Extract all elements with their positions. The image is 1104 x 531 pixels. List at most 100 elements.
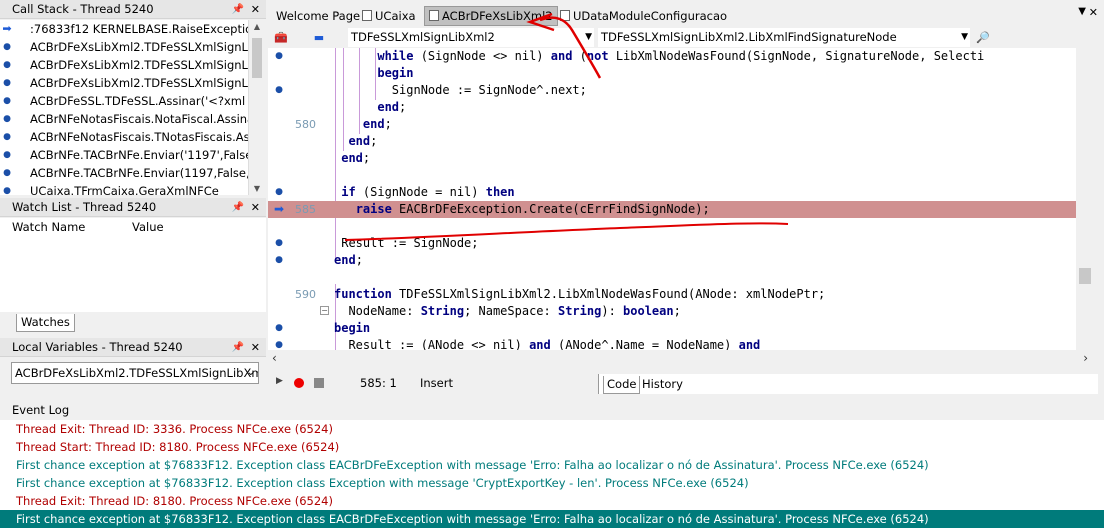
watch-name-column[interactable]: Watch Name bbox=[12, 218, 85, 236]
scroll-left-icon[interactable]: ‹ bbox=[272, 351, 277, 365]
code-line[interactable]: ● Result := (ANode <> nil) and (ANode^.N… bbox=[268, 337, 1076, 350]
frame-dot-icon: ● bbox=[3, 132, 11, 142]
tab-ucaixa[interactable]: UCaixa bbox=[358, 6, 420, 26]
tab-list-dropdown-icon[interactable]: ▼ bbox=[1078, 6, 1086, 17]
code-line[interactable]: 590 function TDFeSSLXmlSignLibXml2.LibXml… bbox=[268, 286, 1076, 303]
code-line[interactable]: end; bbox=[268, 133, 1076, 150]
event-log-title: Event Log bbox=[12, 403, 70, 417]
close-icon[interactable]: ✕ bbox=[251, 198, 260, 217]
line-number: 585 bbox=[295, 203, 316, 216]
call-stack-row[interactable]: ● ACBrNFeNotasFiscais.TNotasFiscais.Assin… bbox=[0, 128, 248, 146]
local-variables-frame-select[interactable]: ACBrDFeXsLibXml2.TDFeSSLXmlSignLibXml2 ⌄ bbox=[11, 362, 259, 384]
code-view[interactable]: ● while (SignNode <> nil) and (not LibXm… bbox=[268, 48, 1076, 350]
breakpoint-dot-icon[interactable]: ● bbox=[274, 320, 284, 337]
code-line[interactable]: 580 end; bbox=[268, 116, 1076, 133]
call-stack-scrollbar[interactable]: ▲ ▼ bbox=[248, 20, 264, 195]
close-icon[interactable]: ✕ bbox=[251, 338, 260, 357]
left-panes: Call Stack - Thread 5240 📌 ✕ ➡:76833f12 … bbox=[0, 0, 266, 398]
code-text: raise EACBrDFeException.Create(cErrFindS… bbox=[355, 202, 710, 216]
breakpoint-dot-icon[interactable]: ● bbox=[274, 337, 284, 350]
breakpoint-dot-icon[interactable]: ● bbox=[274, 184, 284, 201]
event-log-list[interactable]: Thread Exit: Thread ID: 3336. Process NF… bbox=[0, 420, 1104, 531]
code-vertical-scrollbar[interactable] bbox=[1076, 48, 1094, 350]
event-log-row[interactable]: First chance exception at $76833F12. Exc… bbox=[0, 456, 1104, 474]
breakpoint-dot-icon[interactable]: ● bbox=[274, 48, 284, 65]
class-combo[interactable]: TDFeSSLXmlSignLibXml2 ▼ bbox=[348, 28, 594, 47]
code-line[interactable]: ● begin bbox=[268, 320, 1076, 337]
pin-icon[interactable]: 📌 bbox=[232, 0, 244, 19]
code-text: Result := (ANode <> nil) and (ANode^.Nam… bbox=[334, 338, 761, 350]
code-line[interactable] bbox=[268, 269, 1076, 286]
code-editor: Welcome Page UCaixa ACBrDFeXsLibXml2 UDa… bbox=[268, 0, 1104, 398]
scroll-thumb[interactable] bbox=[252, 38, 262, 78]
scroll-right-icon[interactable]: › bbox=[1083, 351, 1088, 365]
event-log-row[interactable]: Thread Start: Thread ID: 8180. Process N… bbox=[0, 438, 1104, 456]
tab-label: ACBrDFeXsLibXml2 bbox=[442, 9, 553, 23]
call-stack-title-text: Call Stack - Thread 5240 bbox=[12, 2, 154, 16]
tab-watches[interactable]: Watches bbox=[16, 314, 75, 332]
breakpoint-dot-icon[interactable]: ● bbox=[274, 252, 284, 269]
code-text: begin bbox=[334, 321, 371, 335]
search-icon[interactable]: 🔎 bbox=[974, 29, 992, 46]
breakpoint-dot-icon[interactable]: ● bbox=[274, 82, 284, 99]
structure-icon[interactable]: 🧰 bbox=[272, 29, 290, 46]
event-log-row[interactable]: First chance exception at $76833F12. Exc… bbox=[0, 474, 1104, 492]
call-stack-row[interactable]: ● ACBrDFeXsLibXml2.TDFeSSLXmlSignLibXml2.… bbox=[0, 74, 248, 92]
code-line[interactable]: ● while (SignNode <> nil) and (not LibXm… bbox=[268, 48, 1076, 65]
call-stack-row[interactable]: ● ACBrNFeNotasFiscais.NotaFiscal.Assinar bbox=[0, 110, 248, 128]
call-stack-row-text: ACBrNFe.TACBrNFe.Enviar('1197',False,Fal… bbox=[30, 148, 248, 162]
pin-icon[interactable]: 📌 bbox=[232, 338, 244, 357]
close-tab-icon[interactable]: ✕ bbox=[1089, 6, 1098, 19]
code-line[interactable]: ● Result := SignNode; bbox=[268, 235, 1076, 252]
code-line[interactable]: ● end; bbox=[268, 252, 1076, 269]
class-combo-value: TDFeSSLXmlSignLibXml2 bbox=[351, 30, 495, 44]
frame-dot-icon: ● bbox=[3, 114, 11, 124]
execution-point-line[interactable]: ➡ 585 raise EACBrDFeException.Create(cErr… bbox=[268, 201, 1076, 218]
code-line[interactable]: end; bbox=[268, 99, 1076, 116]
call-stack-row[interactable]: ● ACBrNFe.TACBrNFe.Enviar(1197,False,Fals… bbox=[0, 164, 248, 182]
tab-acbrdfexslibxml2[interactable]: ACBrDFeXsLibXml2 bbox=[424, 6, 558, 26]
call-stack-row[interactable]: ● ACBrNFe.TACBrNFe.Enviar('1197',False,Fa… bbox=[0, 146, 248, 164]
navigate-icon[interactable]: ▬ bbox=[310, 29, 328, 46]
call-stack-row[interactable]: ● UCaixa.TFrmCaixa.GeraXmlNFCe bbox=[0, 182, 248, 195]
watch-value-column[interactable]: Value bbox=[132, 218, 164, 236]
play-macro-icon[interactable]: ▶ bbox=[276, 376, 283, 386]
code-line[interactable] bbox=[268, 218, 1076, 235]
watch-list-body[interactable]: Watch Name Value bbox=[0, 218, 266, 312]
code-horizontal-scrollbar[interactable]: ‹ › bbox=[268, 350, 1094, 368]
code-line[interactable] bbox=[268, 167, 1076, 184]
stop-macro-icon[interactable] bbox=[314, 378, 324, 388]
tab-code[interactable]: Code bbox=[603, 376, 641, 394]
tab-udatamoduleconfiguracao[interactable]: UDataModuleConfiguracao bbox=[556, 6, 731, 26]
call-stack-row[interactable]: ➡:76833f12 KERNELBASE.RaiseException + $… bbox=[0, 20, 248, 38]
call-stack-row-text: ACBrDFeXsLibXml2.TDFeSSLXmlSignLibXml2.L… bbox=[30, 40, 248, 54]
breakpoint-dot-icon[interactable]: ● bbox=[274, 235, 284, 252]
call-stack-row[interactable]: ● ACBrDFeSSL.TDFeSSL.Assinar('<?xml versi… bbox=[0, 92, 248, 110]
close-icon[interactable]: ✕ bbox=[251, 0, 260, 19]
tab-history[interactable]: History bbox=[639, 376, 686, 394]
record-macro-icon[interactable] bbox=[294, 378, 304, 388]
code-line[interactable]: begin bbox=[268, 65, 1076, 82]
call-stack-row-text: ACBrDFeXsLibXml2.TDFeSSLXmlSignLibXml2.A… bbox=[30, 58, 248, 72]
code-line[interactable]: ● SignNode := SignNode^.next; bbox=[268, 82, 1076, 99]
event-log-row[interactable]: Thread Exit: Thread ID: 8180. Process NF… bbox=[0, 492, 1104, 510]
code-line[interactable]: end; bbox=[268, 150, 1076, 167]
fold-toggle-icon[interactable]: − bbox=[320, 306, 329, 315]
event-log-row[interactable]: First chance exception at $76833F12. Exc… bbox=[0, 510, 1104, 528]
code-line[interactable]: ● if (SignNode = nil) then bbox=[268, 184, 1076, 201]
scroll-thumb[interactable] bbox=[1079, 268, 1091, 284]
tab-welcome-page[interactable]: Welcome Page bbox=[272, 6, 364, 26]
scroll-up-icon[interactable]: ▲ bbox=[249, 22, 265, 31]
code-line[interactable]: − NodeName: String; NameSpace: String): … bbox=[268, 303, 1076, 320]
call-stack-row[interactable]: ● ACBrDFeXsLibXml2.TDFeSSLXmlSignLibXml2.… bbox=[0, 38, 248, 56]
code-text: end; bbox=[377, 100, 407, 114]
current-frame-arrow-icon: ➡ bbox=[2, 22, 12, 35]
local-variables-pane: Local Variables - Thread 5240 📌 ✕ ACBrDF… bbox=[0, 338, 266, 398]
frame-dot-icon: ● bbox=[3, 78, 11, 88]
method-combo[interactable]: TDFeSSLXmlSignLibXml2.LibXmlFindSignatur… bbox=[598, 28, 970, 47]
scroll-down-icon[interactable]: ▼ bbox=[249, 184, 265, 193]
pin-icon[interactable]: 📌 bbox=[232, 198, 244, 217]
call-stack-row[interactable]: ● ACBrDFeXsLibXml2.TDFeSSLXmlSignLibXml2.… bbox=[0, 56, 248, 74]
code-text: NodeName: String; NameSpace: String): bo… bbox=[334, 304, 681, 318]
event-log-row[interactable]: Thread Exit: Thread ID: 3336. Process NF… bbox=[0, 420, 1104, 438]
